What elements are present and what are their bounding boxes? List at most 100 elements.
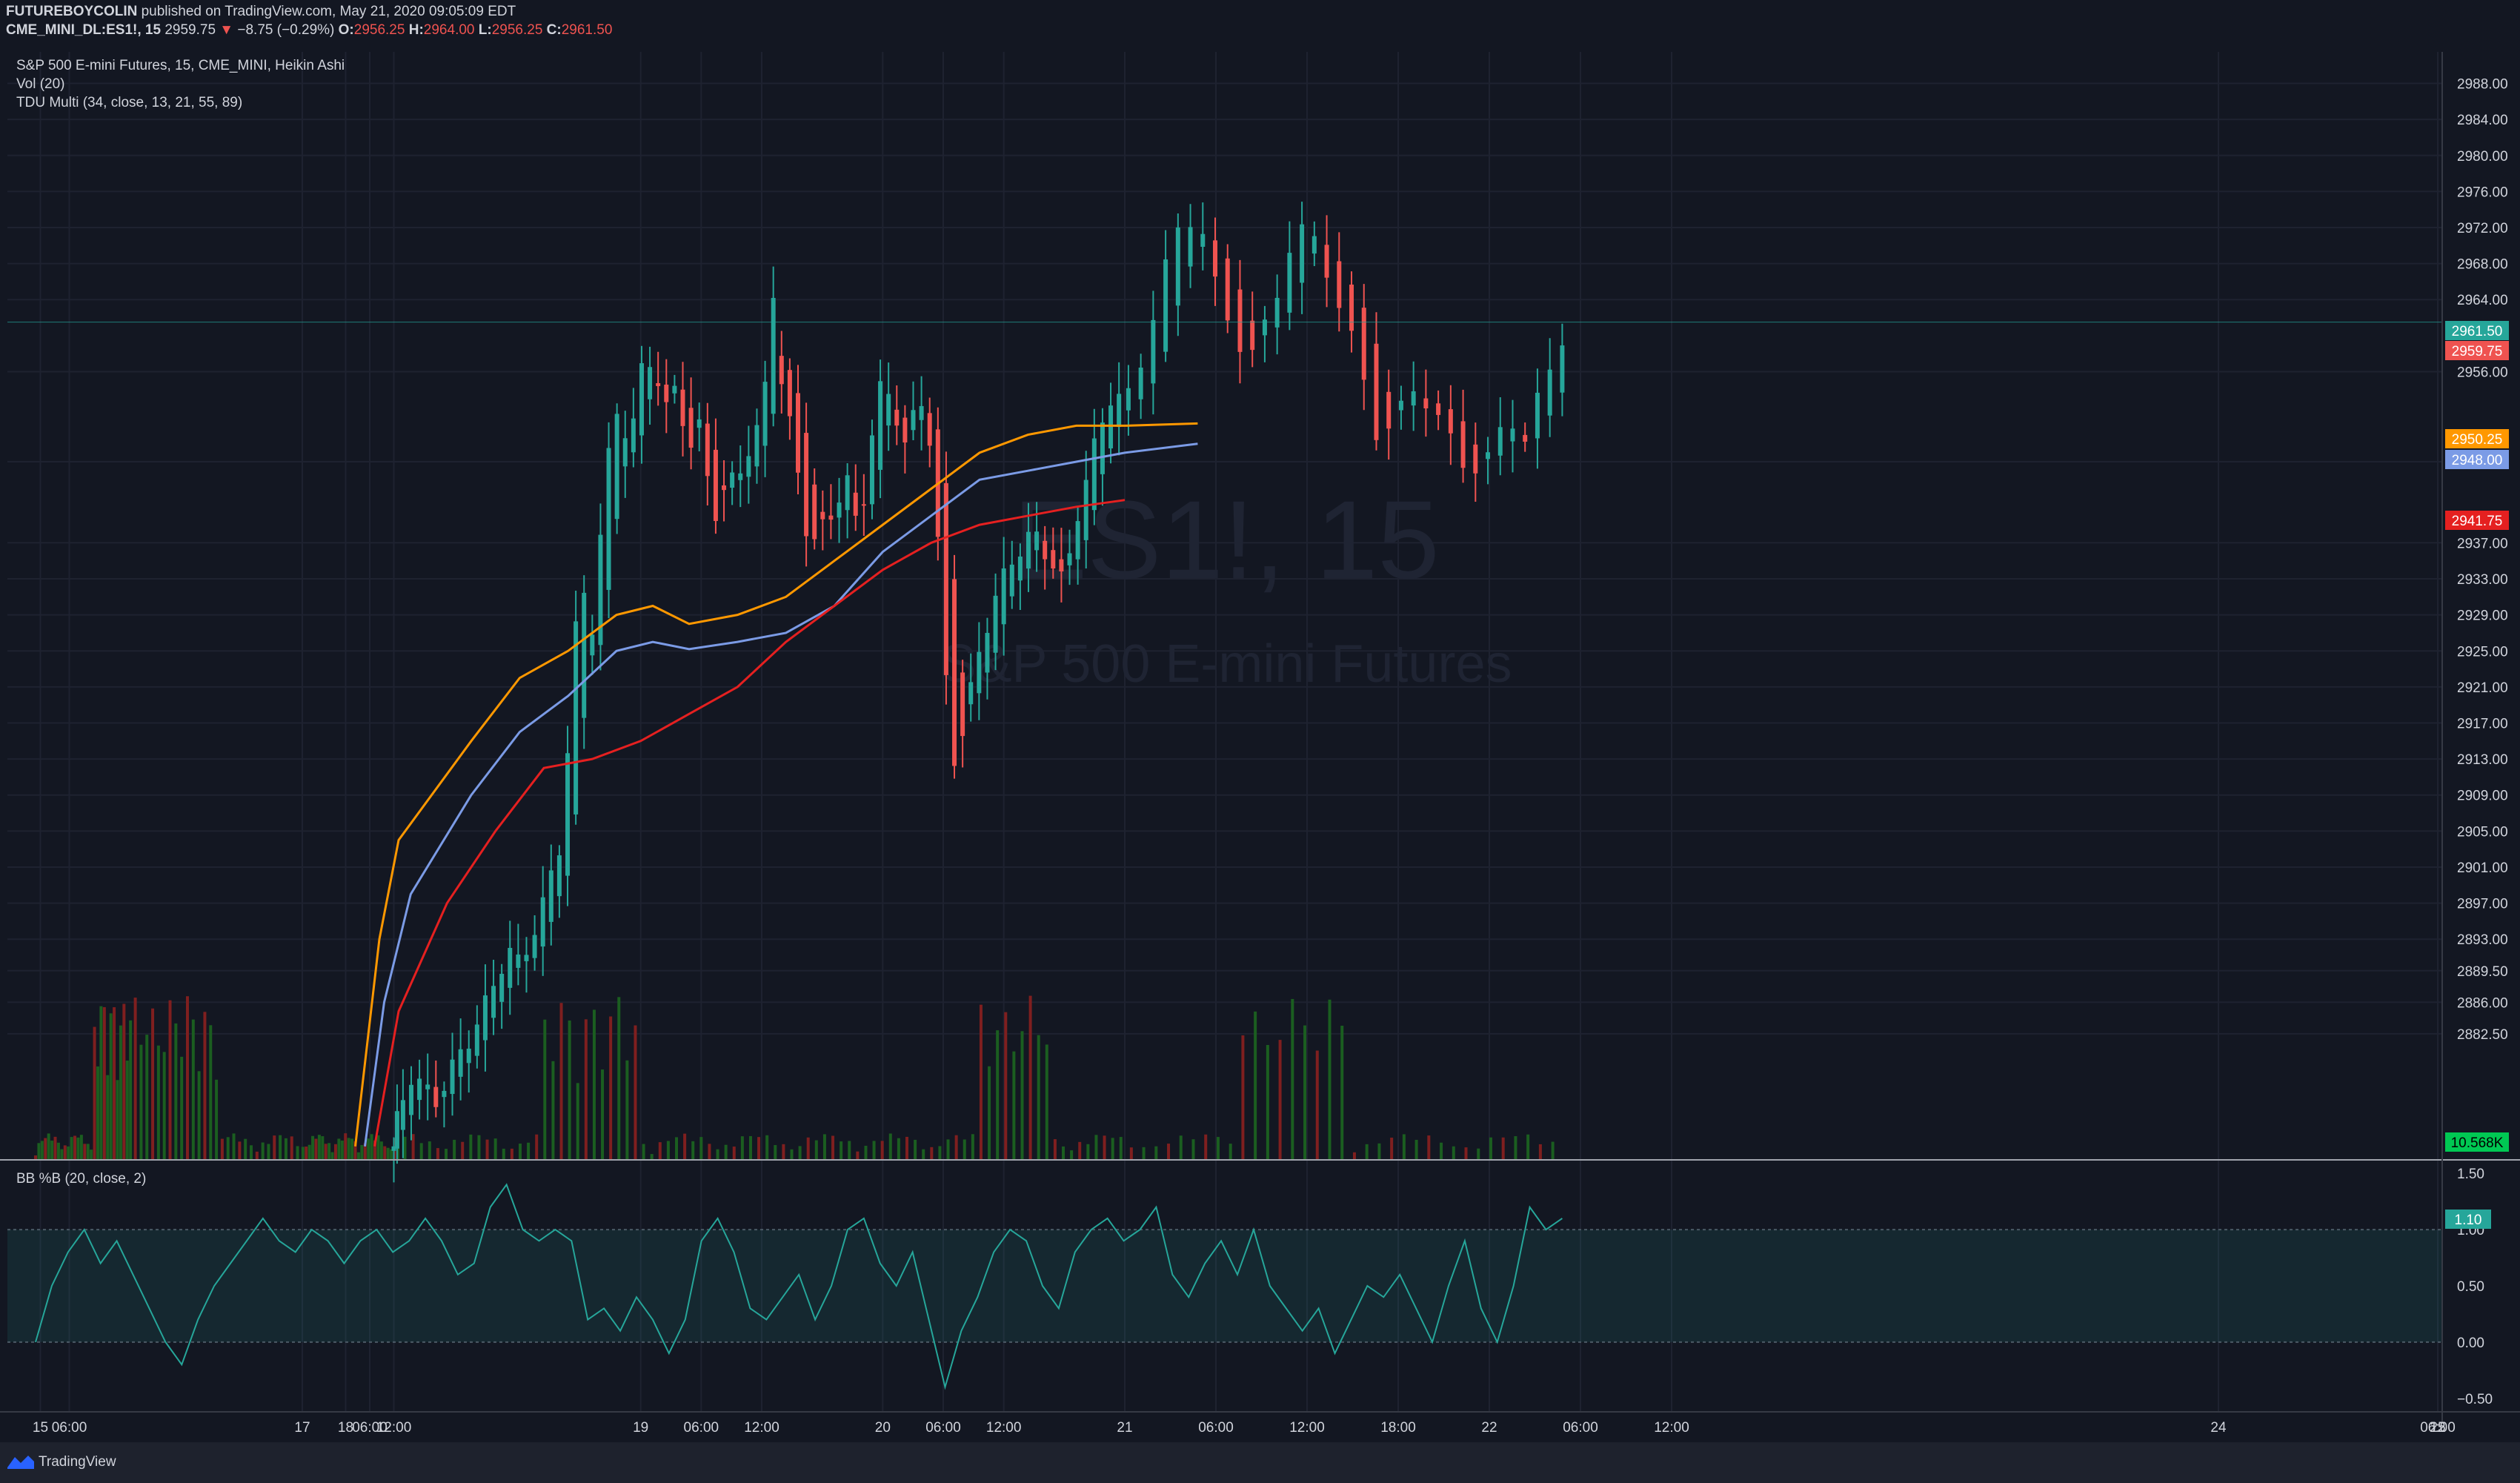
candle-body [1091,438,1097,511]
volume-bar [197,1071,201,1160]
volume-bar [376,1135,380,1160]
volume-bar [174,1023,178,1160]
volume-bar [1489,1137,1492,1160]
volume-bar [469,1134,473,1160]
candle-body [1460,421,1466,468]
candle-body [565,753,571,876]
volume-legend[interactable]: Vol (20) [16,76,64,93]
bb-axis[interactable]: 1.501.000.500.00−0.501.10 [2445,1167,2493,1407]
candle-body [606,448,611,590]
candle-body [474,1024,479,1056]
bb-legend[interactable]: BB %B (20, close, 2) [16,1171,146,1187]
candle-body [1361,308,1366,380]
volume-bar [379,1141,383,1160]
candle-body [1059,559,1064,572]
candle-body [812,484,817,540]
candle-body [1108,405,1114,449]
volume-bar [284,1138,287,1160]
candle-body [861,504,866,506]
candle-body [590,634,595,656]
price-tick-label: 2886.00 [2457,995,2508,1011]
volume-bar [592,1009,596,1160]
volume-bar [419,1143,423,1160]
chart-canvas[interactable]: ES1!, 15 S&P 500 E-mini Futures 2988.002… [0,0,2520,1483]
volume-bar [1464,1147,1468,1160]
volume-bar [328,1143,331,1160]
tdu-legend[interactable]: TDU Multi (34, close, 13, 21, 55, 89) [16,95,242,111]
volume-bar [56,1142,60,1160]
volume-bar [1004,1012,1008,1160]
time-tick-label: 24 [2210,1420,2227,1436]
volume-bar [162,1052,166,1160]
volume-bar [1167,1144,1171,1160]
volume-bar [83,1144,87,1160]
volume-bar [90,1149,93,1160]
volume-bar [1179,1135,1183,1160]
volume-bar [1278,1040,1282,1160]
candle-body [1001,568,1006,625]
volume-bar [888,1133,892,1160]
candle-body [1034,531,1040,551]
time-tick-label: 06:00 [52,1420,87,1436]
series-legend[interactable]: S&P 500 E-mini Futures, 15, CME_MINI, He… [16,58,345,74]
volume-bar [314,1138,318,1160]
volume-bar [119,1025,122,1160]
volume-bar [370,1134,373,1160]
time-tick-label: 06:00 [925,1420,961,1436]
volume-bar [461,1141,465,1160]
volume-bar [44,1138,47,1160]
price-tag-label: 10.568K [2451,1135,2504,1151]
volume-bar [317,1135,321,1160]
volume-bar [1390,1138,1394,1160]
time-axis[interactable]: 15 06:00 17 1806:0012:00 19 06:00 12:00 20 06:00… [33,1420,2456,1436]
volume-bar [971,1134,974,1160]
volume-bar [1154,1146,1158,1160]
price-tick-label: 2913.00 [2457,752,2508,768]
candle-body [1423,398,1429,409]
candle-body [960,672,965,737]
volume-bar [880,1141,884,1160]
volume-bar [261,1142,265,1160]
volume-bar [255,1151,259,1160]
tradingview-logo-icon[interactable] [6,1453,36,1470]
candle-body [1188,227,1193,267]
volume-bar [840,1141,843,1160]
bb-tick-label: 0.00 [2457,1336,2484,1351]
candle-body [730,472,735,488]
price-tick-label: 2905.00 [2457,824,2508,840]
volume-bar [356,1152,360,1160]
volume-bar [625,1060,629,1160]
volume-bar [1037,1035,1040,1160]
candle-body [1213,240,1218,277]
volume-bar [50,1141,54,1160]
candle-body [1250,320,1255,351]
volume-bar [125,1061,129,1160]
candle-body [1311,236,1317,254]
candle-body [713,449,718,521]
price-tick-label: 2921.00 [2457,680,2508,696]
candle-body [894,409,900,426]
volume-bar [1452,1146,1455,1160]
candle-body [1510,428,1515,442]
candle-body [886,394,891,426]
candle-body [1043,540,1048,560]
volume-bar [290,1136,293,1160]
volume-bar [122,1003,126,1160]
volume-bar [156,1045,160,1160]
candle-body [540,897,545,947]
time-tick-label: 12:00 [376,1420,412,1436]
volume-bar [347,1138,350,1160]
candle-body [1017,556,1023,581]
candle-body [516,954,521,968]
volume-bar [296,1146,299,1160]
tradingview-brand[interactable]: TradingView [39,1454,116,1470]
volume-bar [340,1140,344,1160]
candle-body [1067,553,1072,565]
volume-bar [568,1020,571,1160]
volume-bar [774,1145,777,1160]
volume-bar [215,1079,219,1160]
price-axis[interactable]: 2988.00 2984.00 2980.00 2976.00 2972.00 2968.… [2457,77,2508,1043]
price-tick-label: 2893.00 [2457,932,2508,948]
candle-body [911,410,916,431]
volume-bar [675,1137,679,1160]
